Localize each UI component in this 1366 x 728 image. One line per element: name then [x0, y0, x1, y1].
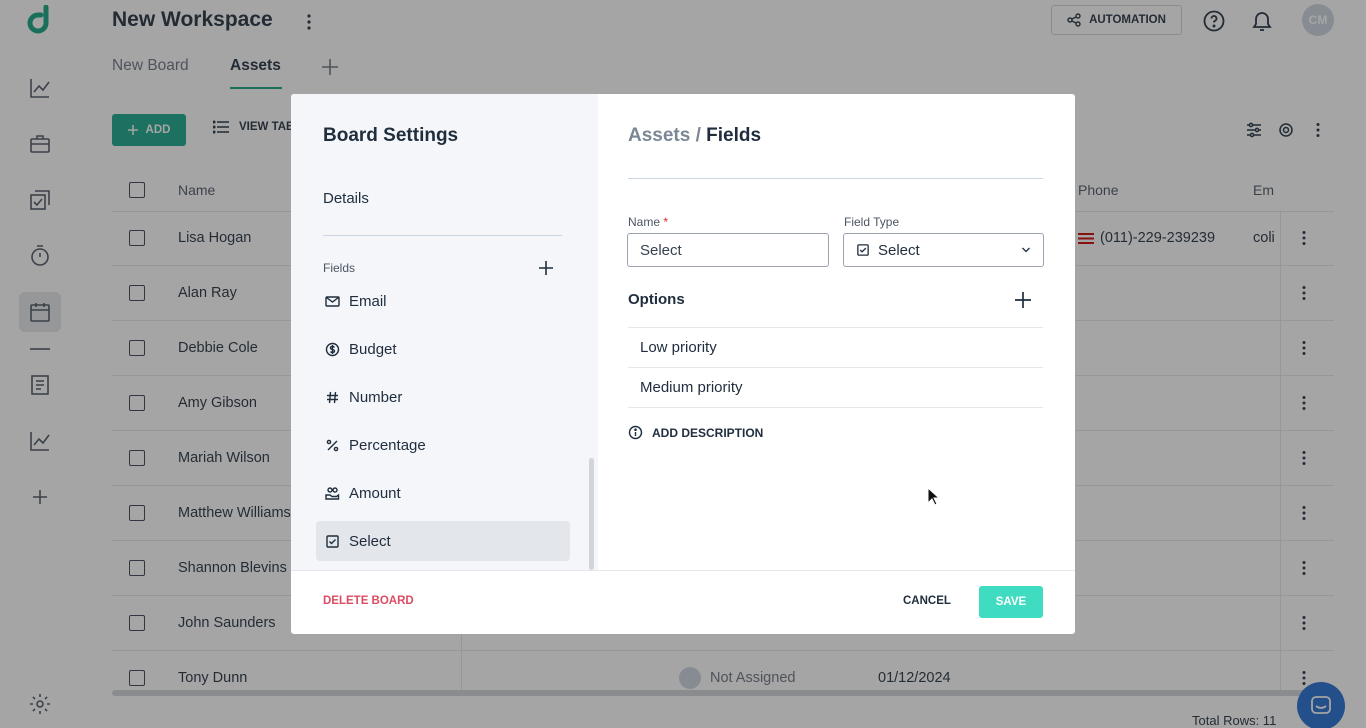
options-divider: [628, 367, 1043, 368]
breadcrumb-parent[interactable]: Assets /: [628, 125, 701, 146]
field-item-label: Percentage: [349, 436, 426, 454]
sidebar-divider: [323, 235, 562, 236]
add-description-label: ADD DESCRIPTION: [652, 425, 764, 440]
cancel-button[interactable]: CANCEL: [903, 595, 951, 607]
field-item-label: Select: [349, 532, 391, 550]
name-input-value: Select: [640, 241, 682, 259]
details-menu-item[interactable]: Details: [323, 190, 369, 207]
header-divider: [628, 178, 1043, 179]
add-field-icon[interactable]: [538, 260, 554, 276]
field-item-label: Number: [349, 388, 403, 406]
info-icon: [628, 425, 643, 440]
field-type-label: Field Type: [844, 215, 900, 229]
field-item-budget[interactable]: Budget: [316, 329, 570, 369]
dollar-circle-icon: [325, 342, 340, 357]
mail-icon: [325, 294, 340, 309]
field-item-label: Budget: [349, 340, 397, 358]
options-divider: [628, 327, 1043, 328]
options-title: Options: [628, 291, 685, 308]
option-item[interactable]: Low priority: [640, 339, 717, 356]
percent-icon: [325, 438, 340, 453]
chevron-down-icon: [1021, 246, 1031, 254]
required-marker: *: [663, 215, 669, 229]
options-divider: [628, 407, 1043, 408]
breadcrumb: Assets / Fields: [628, 125, 761, 147]
field-item-amount[interactable]: Amount: [316, 473, 570, 513]
field-item-label: Email: [349, 292, 387, 310]
field-item-email[interactable]: Email: [316, 281, 570, 321]
field-item-select[interactable]: Select: [316, 521, 570, 561]
field-item-label: Amount: [349, 484, 401, 502]
add-option-icon[interactable]: [1014, 291, 1032, 309]
sidebar-scrollbar[interactable]: [589, 458, 594, 570]
name-input[interactable]: Select: [627, 233, 829, 267]
app-root: New Workspace AUTOMATION CM New Board As…: [0, 0, 1366, 728]
delete-board-button[interactable]: DELETE BOARD: [323, 595, 414, 607]
footer-divider: [291, 570, 1075, 571]
board-settings-modal: Board Settings Details Fields Email Budg…: [291, 94, 1075, 634]
coins-hand-icon: [325, 486, 340, 501]
field-type-value: Select: [878, 241, 920, 259]
field-type-checkbox-icon: [856, 243, 870, 257]
add-description-button[interactable]: ADD DESCRIPTION: [628, 425, 763, 440]
breadcrumb-current: Fields: [706, 125, 762, 146]
fields-section-label: Fields: [323, 261, 356, 275]
checkbox-icon: [325, 534, 340, 549]
modal-sidebar: Board Settings Details Fields Email Budg…: [291, 94, 598, 570]
field-item-number[interactable]: Number: [316, 377, 570, 417]
field-type-select[interactable]: Select: [843, 233, 1044, 267]
option-item[interactable]: Medium priority: [640, 379, 743, 396]
field-item-percentage[interactable]: Percentage: [316, 425, 570, 465]
hash-icon: [325, 390, 340, 405]
save-button[interactable]: SAVE: [979, 586, 1043, 618]
mouse-pointer-icon: [927, 487, 941, 507]
name-label-text: Name: [628, 215, 661, 229]
name-label: Name *: [628, 215, 668, 229]
modal-title: Board Settings: [323, 125, 459, 146]
